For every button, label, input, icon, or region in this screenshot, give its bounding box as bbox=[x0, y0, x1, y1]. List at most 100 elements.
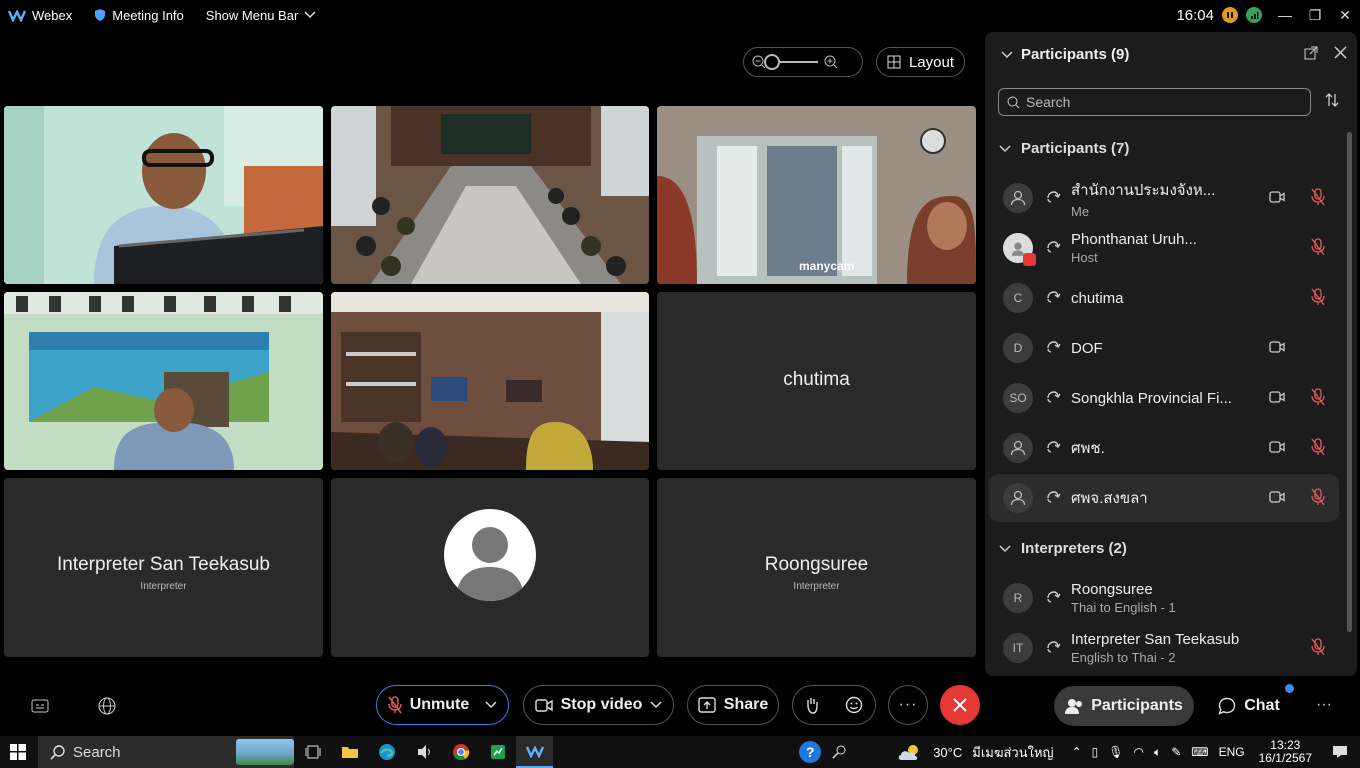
tray-pen-icon[interactable]: ✎ bbox=[1171, 745, 1181, 759]
video-tile-chutima[interactable]: chutima bbox=[657, 292, 976, 470]
panel-header[interactable]: Participants (9) bbox=[1001, 46, 1129, 63]
tray-keyboard-icon[interactable]: ⌨ bbox=[1191, 745, 1208, 759]
mic-muted-icon[interactable] bbox=[1311, 238, 1325, 256]
help-icon[interactable]: ? bbox=[799, 741, 822, 763]
participant-name: ศพจ.สงขลา bbox=[1071, 490, 1148, 507]
more-options-button[interactable]: ··· bbox=[888, 685, 928, 725]
leave-meeting-button[interactable] bbox=[940, 685, 980, 725]
chevron-down-icon[interactable] bbox=[1001, 50, 1013, 59]
file-explorer-icon[interactable] bbox=[331, 736, 368, 768]
audio-connection-icon bbox=[1045, 289, 1061, 308]
layout-button[interactable]: Layout bbox=[876, 47, 965, 77]
tile-role-interpreter: Interpreter bbox=[140, 581, 187, 592]
meeting-info-button[interactable]: Meeting Info bbox=[94, 8, 184, 23]
video-tile-avatar-user[interactable] bbox=[331, 478, 649, 657]
video-tile-man-at-desk[interactable] bbox=[4, 292, 323, 470]
pop-out-icon[interactable] bbox=[1304, 46, 1318, 60]
mic-muted-icon[interactable] bbox=[1311, 488, 1325, 506]
tray-volume-icon[interactable]: 🔈︎ bbox=[1154, 745, 1161, 760]
panel-scrollbar[interactable] bbox=[1347, 132, 1352, 632]
participant-role: Thai to English - 1 bbox=[1071, 600, 1176, 615]
tray-phone-icon[interactable]: ▯ bbox=[1092, 745, 1099, 759]
video-tile-conference-room[interactable] bbox=[331, 106, 649, 284]
media-app-icon[interactable] bbox=[405, 736, 442, 768]
windows-start-icon[interactable] bbox=[10, 744, 26, 763]
participant-row[interactable]: IT Interpreter San Teekasub English to Tha… bbox=[989, 624, 1339, 672]
input-language[interactable]: ENG bbox=[1219, 745, 1245, 759]
share-label: Share bbox=[723, 696, 769, 713]
participant-row[interactable]: Cchutima bbox=[989, 274, 1339, 322]
participants-panel: Participants (9) Search Participants (7)… bbox=[985, 32, 1357, 676]
minimize-button[interactable]: — bbox=[1270, 0, 1300, 30]
edge-browser-icon[interactable] bbox=[368, 736, 405, 768]
network-health-icon[interactable] bbox=[1246, 7, 1262, 23]
pause-status-icon[interactable] bbox=[1222, 7, 1238, 23]
meeting-clock: 16:04 bbox=[1176, 6, 1214, 24]
emoji-reaction-icon[interactable] bbox=[845, 696, 863, 714]
video-tile-interpreter-san[interactable]: Interpreter San Teekasub Interpreter bbox=[4, 478, 323, 657]
people-search-icon[interactable] bbox=[831, 744, 847, 760]
participant-row[interactable]: SO Songkhla Provincial Fi... bbox=[989, 374, 1339, 422]
participant-row[interactable]: Phonthanat Uruh... Host bbox=[989, 224, 1339, 272]
participant-search-input[interactable]: Search bbox=[998, 88, 1311, 116]
participant-row[interactable]: สำนักงานประมงจังห... Me bbox=[989, 174, 1339, 222]
show-menu-bar-button[interactable]: Show Menu Bar bbox=[206, 8, 317, 23]
mic-muted-icon[interactable] bbox=[1311, 438, 1325, 456]
shield-icon bbox=[95, 9, 106, 21]
people-icon bbox=[1065, 699, 1083, 714]
webex-menu[interactable]: Webex bbox=[8, 8, 72, 23]
chrome-browser-icon[interactable] bbox=[442, 736, 479, 768]
video-camera-icon bbox=[1269, 340, 1285, 354]
captions-button[interactable] bbox=[20, 686, 60, 726]
participant-name: DOF bbox=[1071, 339, 1103, 357]
notifications-icon[interactable] bbox=[1332, 745, 1348, 759]
video-tile-roongsuree[interactable]: Roongsuree Interpreter bbox=[657, 478, 976, 657]
avatar-icon bbox=[1003, 483, 1033, 513]
participant-name: Interpreter San Teekasub bbox=[1071, 631, 1240, 648]
zoom-slider-handle[interactable] bbox=[764, 54, 780, 70]
participant-row[interactable]: ศพจ.สงขลา bbox=[989, 474, 1339, 522]
spreadsheet-app-icon[interactable] bbox=[479, 736, 516, 768]
mic-muted-icon[interactable] bbox=[1311, 388, 1325, 406]
close-button[interactable]: ✕ bbox=[1330, 0, 1360, 30]
section-participants[interactable]: Participants (7) bbox=[999, 140, 1129, 157]
taskbar-clock[interactable]: 13:23 16/1/2567 bbox=[1259, 739, 1312, 765]
sort-icon[interactable] bbox=[1325, 92, 1339, 108]
taskbar-search-box[interactable]: Search bbox=[38, 736, 294, 768]
tray-mic-icon[interactable]: 🎙︎ bbox=[1108, 745, 1123, 759]
video-tile-man-at-monitor[interactable] bbox=[4, 106, 323, 284]
share-button[interactable]: Share bbox=[687, 685, 779, 725]
chat-button[interactable]: Chat bbox=[1207, 684, 1294, 726]
search-icon bbox=[1007, 96, 1020, 108]
participant-row[interactable]: R Roongsuree Thai to English - 1 bbox=[989, 574, 1339, 622]
tray-chevron-up-icon[interactable]: ⌃ bbox=[1072, 745, 1082, 759]
participant-role: Host bbox=[1071, 250, 1098, 265]
avatar-initials: SO bbox=[1003, 383, 1033, 413]
video-tile-meeting-office[interactable] bbox=[331, 292, 649, 470]
panel-more-icon[interactable]: ··· bbox=[1316, 696, 1332, 714]
participants-toggle-button[interactable]: Participants bbox=[1054, 686, 1194, 726]
participant-row[interactable]: ศพช. bbox=[989, 424, 1339, 472]
language-button[interactable] bbox=[87, 686, 127, 726]
stop-video-button[interactable]: Stop video bbox=[523, 685, 674, 725]
mic-muted-icon[interactable] bbox=[1311, 288, 1325, 306]
section-interpreters[interactable]: Interpreters (2) bbox=[999, 540, 1127, 557]
more-dots-icon: ··· bbox=[898, 696, 918, 713]
chevron-down-icon[interactable] bbox=[485, 701, 497, 709]
zoom-slider[interactable] bbox=[764, 54, 818, 70]
close-panel-icon[interactable] bbox=[1334, 46, 1347, 59]
chevron-down-icon[interactable] bbox=[650, 701, 662, 709]
mic-muted-icon[interactable] bbox=[1311, 188, 1325, 206]
raise-hand-icon[interactable] bbox=[805, 696, 819, 714]
video-tile-window-room[interactable]: manycam bbox=[657, 106, 976, 284]
maximize-button[interactable]: ❐ bbox=[1300, 0, 1330, 30]
unmute-button[interactable]: Unmute bbox=[376, 685, 509, 725]
mic-muted-icon[interactable] bbox=[1311, 638, 1325, 656]
tray-wifi-icon[interactable]: ◠ bbox=[1134, 745, 1144, 759]
participant-row[interactable]: D DOF bbox=[989, 324, 1339, 372]
search-highlight-image-icon bbox=[236, 739, 294, 765]
task-view-icon[interactable] bbox=[294, 736, 331, 768]
zoom-control[interactable] bbox=[743, 47, 863, 77]
webex-taskbar-icon[interactable] bbox=[516, 736, 553, 768]
zoom-in-icon[interactable] bbox=[824, 55, 838, 69]
